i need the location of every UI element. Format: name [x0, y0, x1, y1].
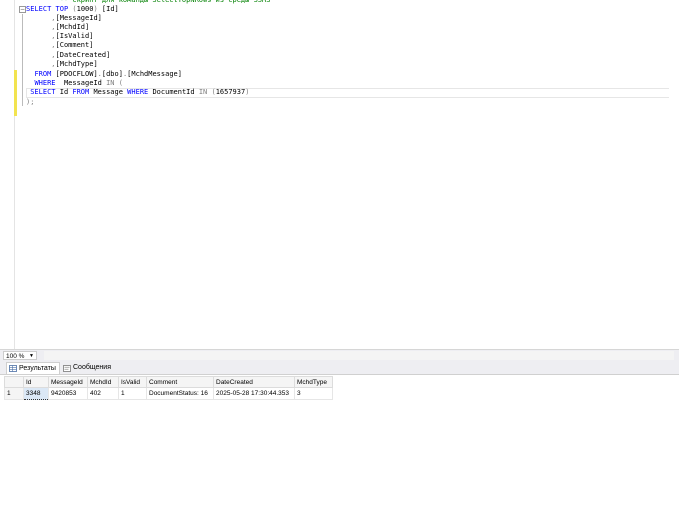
code-token: DocumentId — [148, 88, 199, 96]
code-token: SELECT — [26, 5, 52, 13]
code-token: [dbo] — [101, 70, 123, 78]
column-header-mchdid[interactable]: MchdId — [87, 376, 119, 388]
query-editor[interactable]: − -- скрипт для команды SelectTopNRows и… — [0, 0, 679, 349]
code-token: WHERE — [34, 79, 56, 87]
results-grid[interactable]: Id MessageId MchdId IsValid Comment Date… — [4, 376, 333, 400]
code-line[interactable]: ); — [26, 98, 34, 107]
column-header-isvalid[interactable]: IsValid — [118, 376, 147, 388]
code-token: ( — [114, 79, 123, 87]
cell-datecreated[interactable]: 2025-05-28 17:30:44.353 — [213, 387, 295, 400]
zoom-select[interactable]: 100 % ▼ — [3, 351, 37, 360]
zoom-value: 100 % — [6, 353, 25, 360]
tab-results-label: Результаты — [19, 364, 56, 372]
code-line[interactable]: WHERE MessageId IN ( — [26, 79, 123, 88]
code-token: [MessageId] — [55, 14, 102, 22]
code-token: IN — [106, 79, 115, 87]
grid-header-row: Id MessageId MchdId IsValid Comment Date… — [4, 376, 333, 388]
code-line[interactable]: SELECT TOP (1000) [Id] — [26, 5, 119, 14]
change-marker — [14, 70, 17, 116]
cell-isvalid[interactable]: 1 — [118, 387, 147, 400]
tab-messages[interactable]: Сообщения — [61, 362, 114, 374]
tab-results[interactable]: Результаты — [6, 362, 60, 374]
code-line[interactable]: ,[MessageId] — [26, 14, 102, 23]
fold-guide — [22, 14, 23, 106]
cell-mchdid[interactable]: 402 — [87, 387, 119, 400]
cell-messageid[interactable]: 9420853 — [48, 387, 88, 400]
code-token: SELECT — [30, 88, 56, 96]
code-token: [MchdMessage] — [127, 70, 182, 78]
code-line[interactable]: ,[MchdId] — [26, 23, 89, 32]
chevron-down-icon: ▼ — [29, 353, 34, 359]
table-row[interactable]: 1 3348 9420853 402 1 DocumentStatus: 16 … — [4, 387, 333, 400]
code-token: -- скрипт для команды SelectTopNRows из … — [59, 0, 271, 4]
column-header-messageid[interactable]: MessageId — [48, 376, 88, 388]
code-line[interactable]: ,[Comment] — [26, 41, 93, 50]
code-token: 1000 — [76, 5, 94, 13]
editor-gutter — [0, 0, 15, 349]
column-header-id[interactable]: Id — [23, 376, 49, 388]
code-token: FROM — [72, 88, 90, 96]
code-token: Message — [89, 88, 128, 96]
code-token: 1657937 — [215, 88, 246, 96]
code-token: ( — [207, 88, 216, 96]
code-token: WHERE — [127, 88, 149, 96]
code-token: [MchdType] — [55, 60, 98, 68]
code-line[interactable]: ,[MchdType] — [26, 60, 98, 69]
code-token: ) — [245, 88, 250, 96]
code-line[interactable]: FROM [PDOCFLOW].[dbo].[MchdMessage] — [26, 70, 182, 79]
cell-id[interactable]: 3348 — [23, 387, 49, 400]
column-header-datecreated[interactable]: DateCreated — [213, 376, 295, 388]
row-header-corner[interactable] — [4, 376, 24, 388]
code-token: ) — [93, 5, 102, 13]
grid-icon — [9, 365, 17, 372]
code-token: ); — [26, 98, 35, 106]
code-token: [IsValid] — [55, 32, 94, 40]
collapse-icon[interactable]: − — [19, 6, 26, 13]
code-token: [Id] — [101, 5, 119, 13]
code-line[interactable]: ,[DateCreated] — [26, 51, 110, 60]
zoom-bar: 100 % ▼ — [0, 349, 679, 361]
code-token: [PDOCFLOW] — [51, 70, 98, 78]
code-line[interactable]: ,[IsValid] — [26, 32, 93, 41]
messages-icon — [63, 364, 71, 372]
code-token: [DateCreated] — [55, 51, 111, 59]
cell-mchdtype[interactable]: 3 — [294, 387, 333, 400]
code-token: Id — [55, 88, 73, 96]
code-token: ( — [68, 5, 77, 13]
column-header-mchdtype[interactable]: MchdType — [294, 376, 333, 388]
code-token: MessageId — [55, 79, 107, 87]
code-token: [MchdId] — [55, 23, 90, 31]
vertical-scrollbar[interactable] — [669, 0, 679, 349]
code-token: [Comment] — [55, 41, 94, 49]
column-header-comment[interactable]: Comment — [146, 376, 214, 388]
tab-messages-label: Сообщения — [73, 364, 111, 371]
row-number[interactable]: 1 — [4, 387, 24, 400]
results-pane: Id MessageId MchdId IsValid Comment Date… — [0, 375, 679, 512]
results-tabbar: Результаты Сообщения — [0, 361, 679, 375]
code-token: TOP — [55, 5, 69, 13]
code-line[interactable]: SELECT Id FROM Message WHERE DocumentId … — [26, 88, 249, 97]
code-token: FROM — [34, 70, 52, 78]
cell-comment[interactable]: DocumentStatus: 16 — [146, 387, 214, 400]
horizontal-scrollbar[interactable] — [44, 351, 674, 360]
code-token: IN — [198, 88, 208, 96]
